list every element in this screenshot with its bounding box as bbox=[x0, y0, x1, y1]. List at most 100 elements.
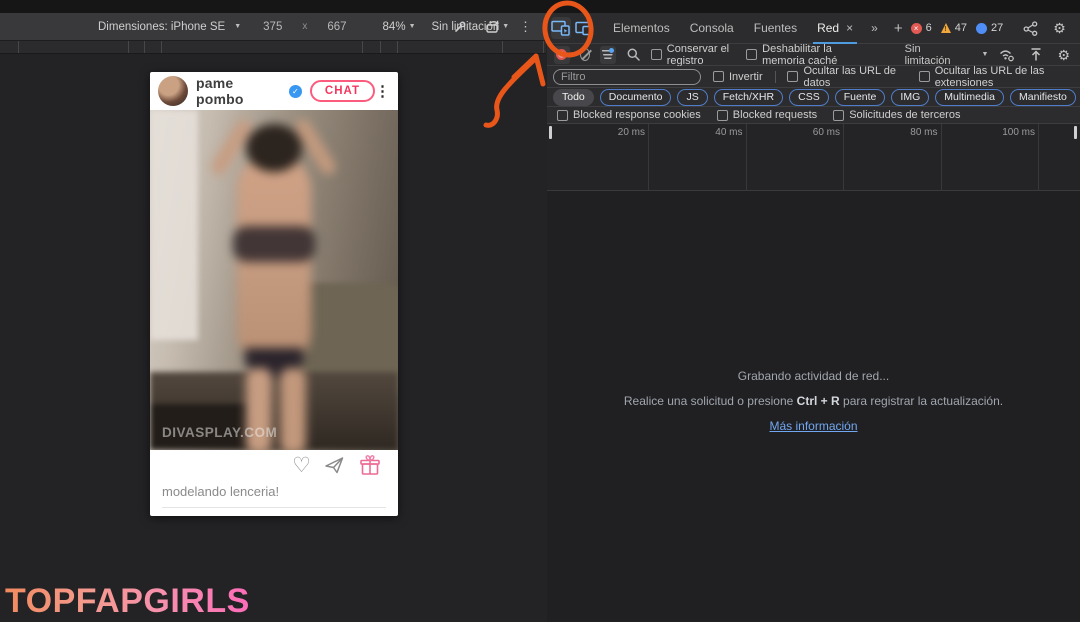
hide-data-urls-label: Ocultar las URL de datos bbox=[803, 65, 906, 89]
filter-input[interactable] bbox=[553, 69, 701, 85]
network-conditions-icon[interactable] bbox=[998, 47, 1015, 62]
tab-close-icon[interactable]: × bbox=[846, 21, 853, 35]
network-controls: Conservar el registro Deshabilitar la me… bbox=[547, 44, 1080, 66]
request-type-filters: Todo Documento JS Fetch/XHR CSS Fuente I… bbox=[547, 88, 1080, 107]
viewport-width-field[interactable]: 375 bbox=[263, 21, 282, 33]
errors-badge[interactable]: × 6 bbox=[911, 22, 932, 34]
share-icon[interactable] bbox=[1023, 21, 1038, 36]
tab-separator bbox=[144, 41, 145, 53]
tab-separator bbox=[362, 41, 363, 53]
tab-consola[interactable]: Consola bbox=[680, 13, 744, 44]
chevron-down-icon: ▼ bbox=[409, 23, 416, 30]
filter-pill-manifiesto[interactable]: Manifiesto bbox=[1010, 89, 1076, 106]
third-party-requests-label: Solicitudes de terceros bbox=[849, 109, 960, 121]
blocked-requests-checkbox[interactable]: Blocked requests bbox=[717, 109, 817, 121]
record-network-button[interactable] bbox=[554, 46, 570, 64]
timeline-gridline bbox=[843, 124, 844, 190]
device-dimensions-label: Dimensiones: iPhone SE bbox=[98, 21, 225, 33]
dock-side-icon[interactable] bbox=[575, 17, 593, 39]
username: pame pombo bbox=[196, 75, 285, 107]
viewport-height-field[interactable]: 667 bbox=[327, 21, 346, 33]
tab-separator bbox=[543, 41, 544, 53]
warnings-badge[interactable]: ! 47 bbox=[941, 22, 967, 34]
tab-separator bbox=[380, 41, 381, 53]
device-toolbar: Dimensiones: iPhone SE ▼ 375 x 667 84% ▼… bbox=[0, 13, 546, 40]
invert-checkbox[interactable]: Invertir bbox=[713, 71, 763, 83]
chat-button[interactable]: CHAT bbox=[310, 80, 375, 102]
tab-fuentes[interactable]: Fuentes bbox=[744, 13, 807, 44]
more-tabs-icon[interactable]: » bbox=[863, 21, 886, 35]
settings-gear-icon[interactable]: ⚙ bbox=[1053, 21, 1066, 35]
hide-data-urls-checkbox[interactable]: Ocultar las URL de datos bbox=[787, 65, 906, 89]
network-throttling-dropdown[interactable]: Sin limitación ▼ bbox=[905, 43, 989, 67]
learn-more-link[interactable]: Más información bbox=[769, 419, 857, 433]
checkbox-icon bbox=[746, 49, 757, 60]
network-timeline-overview[interactable]: 20 ms 40 ms 60 ms 80 ms 100 ms bbox=[547, 124, 1080, 191]
filter-pill-multimedia[interactable]: Multimedia bbox=[935, 89, 1004, 106]
card-divider bbox=[162, 507, 386, 508]
timeline-gridline bbox=[1038, 124, 1039, 190]
network-throttle-value: Sin limitación bbox=[905, 43, 951, 67]
timeline-tick: 80 ms bbox=[878, 127, 938, 138]
timeline-tick: 20 ms bbox=[585, 127, 645, 138]
third-party-requests-checkbox[interactable]: Solicitudes de terceros bbox=[833, 109, 960, 121]
timeline-handle-left[interactable] bbox=[549, 126, 552, 139]
eyedropper-icon[interactable] bbox=[453, 20, 467, 34]
hide-extension-urls-checkbox[interactable]: Ocultar las URL de las extensiones bbox=[919, 65, 1080, 89]
clear-network-icon[interactable] bbox=[580, 48, 590, 61]
toggle-device-toolbar-icon[interactable] bbox=[551, 17, 571, 39]
tab-elementos[interactable]: Elementos bbox=[603, 13, 680, 44]
blocked-response-cookies-checkbox[interactable]: Blocked response cookies bbox=[557, 109, 701, 121]
errors-count: 6 bbox=[926, 22, 932, 34]
issues-icon bbox=[976, 23, 987, 34]
issues-badge[interactable]: 27 bbox=[976, 22, 1003, 34]
post-menu-icon[interactable]: ⋮ bbox=[375, 82, 390, 100]
disable-cache-checkbox[interactable]: Deshabilitar la memoria caché bbox=[746, 43, 865, 67]
tab-red-label: Red bbox=[817, 21, 839, 35]
tab-separator bbox=[502, 41, 503, 53]
post-photo[interactable]: DIVASPLAY.COM bbox=[150, 110, 398, 450]
filter-toggle-icon[interactable] bbox=[600, 46, 616, 64]
tab-red[interactable]: Red × bbox=[807, 13, 863, 44]
network-empty-state: Grabando actividad de red... Realice una… bbox=[547, 369, 1080, 433]
checkbox-icon bbox=[713, 71, 724, 82]
separator bbox=[775, 71, 776, 83]
browser-tab-strip[interactable] bbox=[0, 40, 546, 54]
console-badges[interactable]: × 6 ! 47 27 bbox=[911, 22, 1004, 34]
chevron-down-icon: ▼ bbox=[982, 51, 989, 58]
search-icon[interactable] bbox=[626, 47, 641, 62]
rotate-device-icon[interactable] bbox=[485, 20, 501, 34]
chevron-down-icon: ▼ bbox=[234, 23, 241, 30]
new-tab-icon[interactable]: + bbox=[886, 20, 911, 37]
post-actions: ♡ bbox=[150, 450, 398, 478]
zoom-dropdown[interactable]: 84% ▼ bbox=[383, 21, 416, 33]
filter-pill-fetch-xhr[interactable]: Fetch/XHR bbox=[714, 89, 783, 106]
filter-pill-js[interactable]: JS bbox=[677, 89, 707, 106]
filter-pill-documento[interactable]: Documento bbox=[600, 89, 672, 106]
filter-pill-fuente[interactable]: Fuente bbox=[835, 89, 886, 106]
tab-separator bbox=[161, 41, 162, 53]
filter-pill-img[interactable]: IMG bbox=[891, 89, 929, 106]
tab-separator bbox=[18, 41, 19, 53]
device-dimensions-dropdown[interactable]: Dimensiones: iPhone SE ▼ bbox=[98, 21, 241, 33]
instruction-prefix: Realice una solicitud o presione bbox=[624, 394, 797, 408]
import-har-icon[interactable] bbox=[1029, 47, 1043, 62]
share-plane-icon[interactable] bbox=[324, 455, 345, 475]
timeline-handle-right[interactable] bbox=[1074, 126, 1077, 139]
gift-icon[interactable] bbox=[358, 454, 382, 477]
warning-icon: ! bbox=[941, 23, 951, 33]
like-heart-icon[interactable]: ♡ bbox=[292, 455, 311, 476]
device-toolbar-menu-icon[interactable]: ⋮ bbox=[519, 20, 532, 33]
tab-separator bbox=[397, 41, 398, 53]
instruction-message: Realice una solicitud o presione Ctrl + … bbox=[547, 394, 1080, 408]
filter-pill-todo[interactable]: Todo bbox=[553, 89, 594, 106]
avatar[interactable] bbox=[158, 76, 188, 106]
filter-pill-css[interactable]: CSS bbox=[789, 89, 829, 106]
browser-left-pane: Dimensiones: iPhone SE ▼ 375 x 667 84% ▼… bbox=[0, 13, 546, 622]
checkbox-icon bbox=[557, 110, 568, 121]
preserve-log-checkbox[interactable]: Conservar el registro bbox=[651, 43, 736, 67]
photo-subject bbox=[150, 110, 398, 450]
timeline-gridline bbox=[648, 124, 649, 190]
window-top-strip bbox=[0, 0, 1080, 13]
network-settings-gear-icon[interactable]: ⚙ bbox=[1057, 48, 1070, 62]
